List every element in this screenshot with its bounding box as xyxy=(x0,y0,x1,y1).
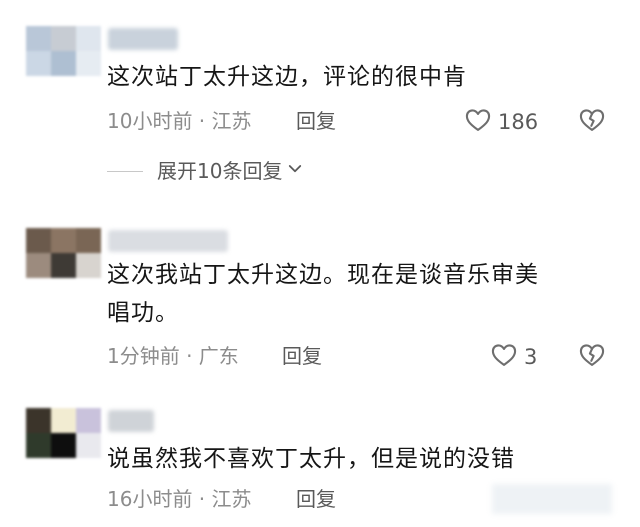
comment-item: 这次我站丁太升这边。现在是谈音乐审美 唱功。 1分钟前 · 广东 回复 3 xyxy=(0,200,640,390)
like-count: 186 xyxy=(498,110,539,134)
reply-button[interactable]: 回复 xyxy=(296,486,336,512)
dislike-button[interactable] xyxy=(578,106,606,138)
reply-button[interactable]: 回复 xyxy=(296,108,336,134)
reply-button[interactable]: 回复 xyxy=(282,343,322,369)
comment-list: 这次站丁太升这边，评论的很中肯 10小时前 · 江苏 回复 186 展开10条回… xyxy=(0,0,640,527)
username[interactable] xyxy=(108,410,154,432)
expand-replies-label: 展开10条回复 xyxy=(157,159,283,183)
expand-replies-button[interactable]: 展开10条回复 xyxy=(107,158,304,184)
comment-item: 这次站丁太升这边，评论的很中肯 10小时前 · 江苏 回复 186 展开10条回… xyxy=(0,0,640,200)
broken-heart-icon xyxy=(578,344,606,373)
like-count: 3 xyxy=(524,345,538,369)
comment-text-line-2: 唱功。 xyxy=(107,300,179,326)
like-button[interactable]: 3 xyxy=(490,341,537,373)
username[interactable] xyxy=(108,28,178,50)
dislike-button[interactable] xyxy=(578,341,606,373)
comment-time-location: 16小时前 · 江苏 xyxy=(107,487,252,511)
watermark xyxy=(492,484,612,514)
heart-outline-icon xyxy=(464,106,492,138)
comment-time-location: 10小时前 · 江苏 xyxy=(107,109,252,133)
heart-outline-icon xyxy=(490,341,518,373)
avatar[interactable] xyxy=(26,408,101,458)
comment-text-line-1: 这次我站丁太升这边。现在是谈音乐审美 xyxy=(107,262,539,288)
avatar[interactable] xyxy=(26,26,101,76)
expand-divider xyxy=(107,170,143,172)
avatar[interactable] xyxy=(26,228,101,278)
comment-item: 说虽然我不喜欢丁太升，但是说的没错 16小时前 · 江苏 回复 xyxy=(0,390,640,527)
comment-text: 说虽然我不喜欢丁太升，但是说的没错 xyxy=(107,446,515,472)
username[interactable] xyxy=(108,230,228,252)
comment-time-location: 1分钟前 · 广东 xyxy=(107,344,239,368)
broken-heart-icon xyxy=(578,109,606,138)
like-button[interactable]: 186 xyxy=(464,106,538,138)
comment-text: 这次站丁太升这边，评论的很中肯 xyxy=(107,64,467,90)
chevron-down-icon xyxy=(286,160,304,182)
